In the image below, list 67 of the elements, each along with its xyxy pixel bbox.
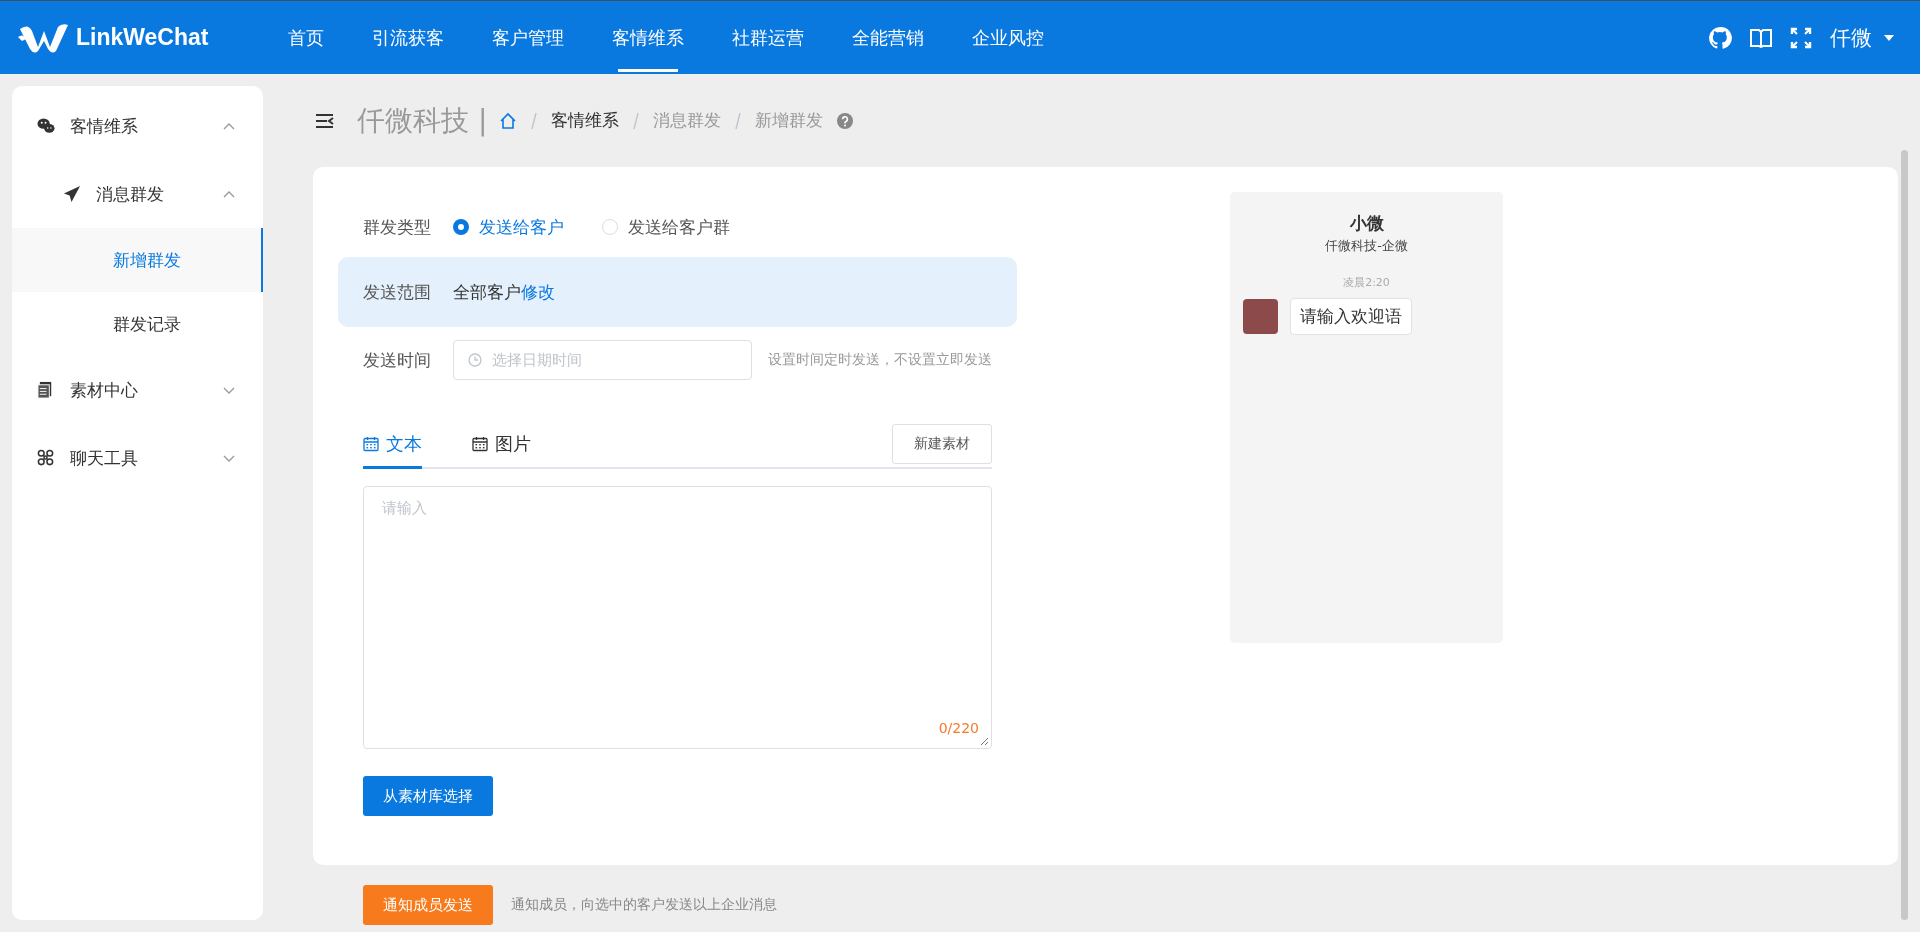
hint-text: 设置时间定时发送，不设置立即发送: [768, 351, 992, 369]
radio-option[interactable]: 发送给客户: [453, 215, 564, 239]
command-key-icon: [37, 449, 55, 467]
menu-toggle-icon[interactable]: [315, 111, 335, 130]
content-tab[interactable]: 图片: [472, 422, 531, 469]
field-label: 发送时间: [363, 348, 432, 372]
calendar-icon: [363, 436, 379, 452]
menu-item[interactable]: 新增群发: [12, 228, 263, 292]
scrollbar[interactable]: [1901, 150, 1908, 920]
avatar-photo: [1243, 299, 1278, 334]
nav-tab[interactable]: 引流获客: [348, 1, 468, 74]
nav-tab[interactable]: 客情维系: [588, 1, 708, 74]
hint-text: 通知成员，向选中的客户发送以上企业消息: [511, 896, 777, 914]
range-value: 全部客户: [453, 280, 521, 304]
chat-bubbles-icon: [37, 117, 55, 135]
menu-group[interactable]: 客情维系: [12, 92, 263, 160]
menu-group[interactable]: 聊天工具: [12, 424, 263, 492]
nav-tab[interactable]: 企业风控: [948, 1, 1068, 74]
separator-icon: [733, 111, 744, 130]
user-menu[interactable]: 仟微: [1830, 23, 1894, 52]
message-time: 凌晨2:20: [1343, 275, 1390, 290]
content-tab[interactable]: 文本: [363, 422, 422, 469]
resize-handle-icon[interactable]: [979, 736, 989, 746]
clock-icon: [468, 353, 482, 367]
char-counter: 0/220: [938, 720, 979, 736]
message-bubble: 请输入欢迎语: [1290, 298, 1412, 335]
calendar-icon: [472, 436, 488, 452]
github-icon[interactable]: [1708, 25, 1732, 50]
library-select-button[interactable]: 从素材库选择: [363, 776, 493, 816]
contact-name: 小微: [1349, 212, 1384, 235]
company-name: 仟微科技 |: [357, 102, 488, 139]
nav-tab[interactable]: 首页: [264, 1, 348, 74]
chevron-up-icon: [223, 189, 235, 199]
menu-label: 素材中心: [70, 378, 139, 402]
menu-group[interactable]: 消息群发: [12, 160, 263, 228]
radio-option[interactable]: 发送给客户群: [602, 215, 730, 239]
menu-group[interactable]: 素材中心: [12, 356, 263, 424]
fullscreen-icon[interactable]: [1790, 26, 1812, 49]
chevron-down-icon: [223, 385, 235, 395]
message-textarea[interactable]: 请输入 0/220: [363, 486, 992, 749]
help-icon[interactable]: [837, 112, 854, 129]
logo-text: LinkWeChat: [76, 24, 209, 51]
chevron-down-icon: [223, 453, 235, 463]
separator-icon: [529, 111, 540, 130]
radio-button[interactable]: [453, 219, 469, 235]
nav-tab[interactable]: 客户管理: [468, 1, 588, 74]
field-label: 群发类型: [363, 215, 432, 239]
menu-label: 客情维系: [70, 114, 139, 138]
menu-label: 聊天工具: [70, 446, 139, 470]
field-label: 发送范围: [363, 280, 432, 304]
menu-item[interactable]: 群发记录: [12, 292, 263, 356]
paper-plane-icon: [63, 185, 81, 203]
new-material-button[interactable]: 新建素材: [892, 424, 992, 464]
home-icon[interactable]: [499, 111, 518, 130]
breadcrumb-item[interactable]: 客情维系: [551, 109, 620, 132]
book-icon[interactable]: [1750, 26, 1772, 49]
breadcrumb-item[interactable]: 消息群发: [653, 109, 722, 132]
contact-company: 仟微科技-企微: [1325, 237, 1408, 255]
caret-down-icon: [1884, 34, 1894, 41]
nav-tab[interactable]: 社群运营: [708, 1, 828, 74]
nav-tab[interactable]: 全能营销: [828, 1, 948, 74]
separator-icon: [631, 111, 642, 130]
edit-link[interactable]: 修改: [521, 280, 555, 304]
chevron-up-icon: [223, 121, 235, 131]
notify-members-button[interactable]: 通知成员发送: [363, 885, 493, 925]
breadcrumb-item: 新增群发: [755, 109, 824, 132]
menu-label: 消息群发: [96, 182, 165, 206]
